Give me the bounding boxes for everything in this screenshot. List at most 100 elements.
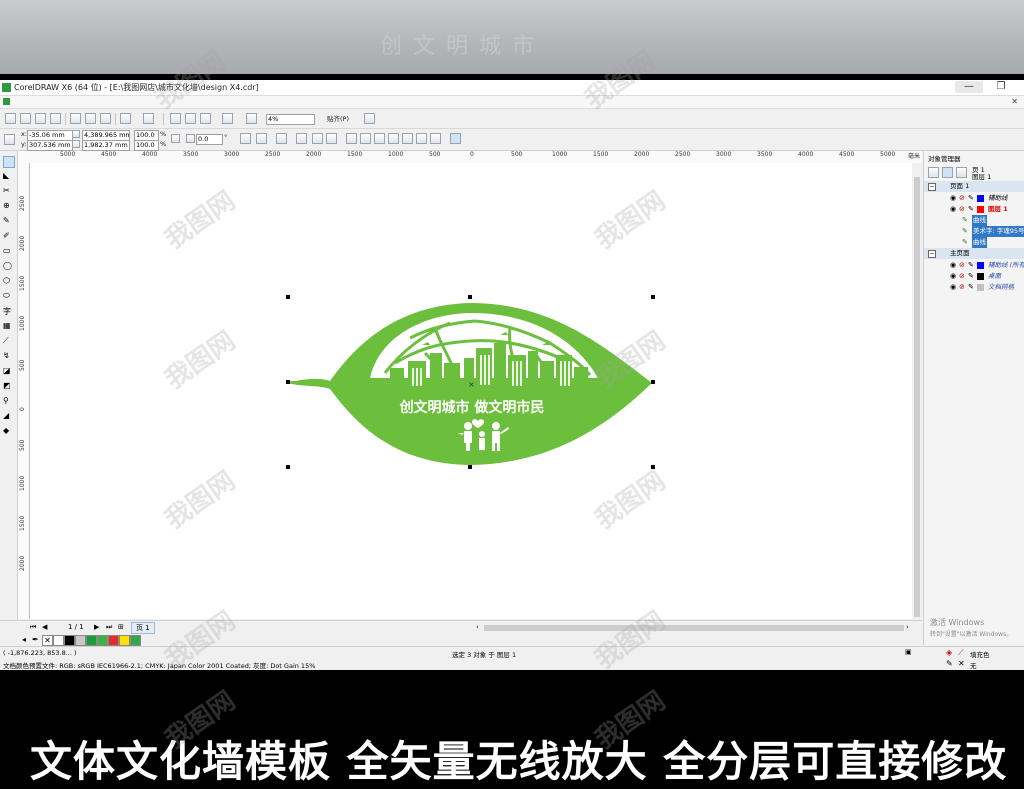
zoom-tool-icon[interactable]: ⊕ bbox=[3, 201, 13, 211]
pick-tool-icon[interactable] bbox=[3, 156, 15, 168]
print-icon[interactable]: ⊘ bbox=[959, 271, 965, 282]
vertical-ruler[interactable]: 2500 2000 1500 1000 500 0 500 1000 1500 2000 bbox=[18, 163, 30, 619]
crop-tool-icon[interactable]: ✂ bbox=[3, 186, 13, 196]
edit-across-layers-icon[interactable] bbox=[942, 167, 953, 178]
welcome-screen-icon[interactable] bbox=[246, 113, 257, 124]
selection-handle[interactable] bbox=[468, 465, 472, 469]
scroll-right-icon[interactable]: › bbox=[906, 623, 909, 631]
show-properties-icon[interactable] bbox=[928, 167, 939, 178]
drawing-canvas[interactable]: × 创文明城市 做文明市民 bbox=[30, 163, 912, 619]
object-tree-item[interactable]: − 页面 1 bbox=[924, 181, 1024, 192]
eyedropper-icon[interactable]: ✒ bbox=[32, 635, 39, 644]
print-icon[interactable]: ⊘ bbox=[959, 282, 965, 293]
weld-icon[interactable] bbox=[346, 133, 357, 144]
leaf-artwork[interactable]: × 创文明城市 做文明市民 bbox=[30, 163, 912, 619]
prev-page-icon[interactable]: ◀ bbox=[42, 623, 47, 631]
application-launcher-icon[interactable] bbox=[222, 113, 233, 124]
import-icon[interactable] bbox=[185, 113, 196, 124]
object-origin-icon[interactable] bbox=[4, 134, 15, 145]
vertical-scroll-thumb[interactable] bbox=[914, 177, 920, 617]
scroll-left-icon[interactable]: ‹ bbox=[476, 623, 479, 631]
visibility-icon[interactable]: ◉ bbox=[950, 204, 956, 215]
polygon-tool-icon[interactable]: ⬡ bbox=[3, 276, 13, 286]
palette-menu-icon[interactable]: ◂ bbox=[22, 635, 26, 644]
scale-y-field[interactable]: 100.0 bbox=[134, 140, 159, 151]
object-tree-item[interactable]: ◉ ⊘ ✎ 文档网格 bbox=[924, 282, 1024, 293]
color-swatch[interactable] bbox=[108, 635, 119, 646]
freehand-tool-icon[interactable]: ✎ bbox=[3, 216, 13, 226]
restore-button[interactable]: ❐ bbox=[987, 81, 1015, 93]
dimension-tool-icon[interactable]: ⟋ bbox=[3, 336, 13, 346]
mirror-vertical-icon[interactable] bbox=[256, 133, 267, 144]
print-icon[interactable]: ⊘ bbox=[959, 193, 965, 204]
paste-icon[interactable] bbox=[100, 113, 111, 124]
object-tree-item[interactable]: ◉ ⊘ ✎ 辅助线 (所有 bbox=[924, 260, 1024, 271]
add-page-icon[interactable]: ⊞ bbox=[118, 623, 124, 631]
combine-icon[interactable] bbox=[326, 133, 337, 144]
create-boundary-icon[interactable] bbox=[430, 133, 441, 144]
print-icon[interactable]: ⊘ bbox=[959, 204, 965, 215]
copy-icon[interactable] bbox=[85, 113, 96, 124]
snap-to-dropdown[interactable]: 贴齐(P) bbox=[327, 115, 349, 124]
export-icon[interactable] bbox=[200, 113, 211, 124]
print-icon[interactable]: ⊘ bbox=[959, 260, 965, 271]
selection-handle[interactable] bbox=[651, 295, 655, 299]
print-icon[interactable] bbox=[50, 113, 61, 124]
blend-tool-icon[interactable]: ◪ bbox=[3, 366, 13, 376]
object-tree-item[interactable]: ◉ ⊘ ✎ 桌面 bbox=[924, 271, 1024, 282]
rotation-field[interactable]: 0.0 bbox=[196, 134, 223, 145]
shape-tool-icon[interactable]: ◣ bbox=[3, 171, 13, 181]
artistic-media-icon[interactable]: ✐ bbox=[3, 231, 13, 241]
align-distribute-icon[interactable] bbox=[450, 133, 461, 144]
color-swatch[interactable] bbox=[86, 635, 97, 646]
fill-color-icon[interactable]: ◈ bbox=[946, 648, 952, 657]
height-field[interactable]: 1,982.37 mm bbox=[82, 140, 130, 151]
object-tree-item[interactable]: − 主页面 bbox=[924, 248, 1024, 259]
lock-edit-icon[interactable]: ✎ bbox=[968, 271, 974, 282]
lock-edit-icon[interactable]: ✎ bbox=[968, 260, 974, 271]
search-content-icon[interactable] bbox=[170, 113, 181, 124]
color-swatch[interactable] bbox=[75, 635, 86, 646]
color-swatch[interactable] bbox=[130, 635, 141, 646]
selection-handle[interactable] bbox=[468, 295, 472, 299]
no-color-swatch[interactable]: ✕ bbox=[42, 635, 53, 646]
cut-icon[interactable] bbox=[70, 113, 81, 124]
undo-icon[interactable] bbox=[120, 113, 131, 124]
visibility-icon[interactable]: ◉ bbox=[950, 260, 956, 271]
layer-manager-view-icon[interactable] bbox=[956, 167, 967, 178]
options-icon[interactable] bbox=[364, 113, 375, 124]
y-position-field[interactable]: 307.536 mm bbox=[27, 140, 73, 151]
group-icon[interactable] bbox=[276, 133, 287, 144]
lock-edit-icon[interactable]: ✎ bbox=[968, 204, 974, 215]
fill-tool-icon[interactable]: ◆ bbox=[3, 426, 13, 436]
color-swatch[interactable] bbox=[97, 635, 108, 646]
lock-ratio-icon[interactable] bbox=[171, 134, 180, 143]
outline-pen-status-icon[interactable]: ✎ bbox=[946, 659, 953, 668]
table-tool-icon[interactable]: ▦ bbox=[3, 321, 13, 331]
trim-icon[interactable] bbox=[360, 133, 371, 144]
selection-handle[interactable] bbox=[651, 465, 655, 469]
color-swatch[interactable] bbox=[53, 635, 64, 646]
lock-edit-icon[interactable]: ✎ bbox=[968, 193, 974, 204]
color-swatch[interactable] bbox=[64, 635, 75, 646]
minimize-button[interactable]: — bbox=[955, 81, 983, 93]
object-tree-item[interactable]: ✎ 曲线 bbox=[924, 237, 1024, 248]
first-page-icon[interactable]: ⏮ bbox=[30, 623, 36, 632]
open-icon[interactable] bbox=[20, 113, 31, 124]
object-tree-item[interactable]: ✎ 美术字: 字魂95号 bbox=[924, 226, 1024, 237]
vertical-scrollbar[interactable] bbox=[912, 163, 922, 619]
collapse-icon[interactable]: − bbox=[928, 250, 936, 258]
outline-pen-icon[interactable]: ◢ bbox=[3, 411, 13, 421]
transparency-tool-icon[interactable]: ◩ bbox=[3, 381, 13, 391]
visibility-icon[interactable]: ◉ bbox=[950, 282, 956, 293]
redo-icon[interactable] bbox=[143, 113, 154, 124]
object-tree-item[interactable]: ◉ ⊘ ✎ 辅助线 bbox=[924, 193, 1024, 204]
selection-handle[interactable] bbox=[286, 465, 290, 469]
save-icon[interactable] bbox=[35, 113, 46, 124]
text-tool-icon[interactable]: 字 bbox=[3, 306, 13, 316]
object-tree-item[interactable]: ◉ ⊘ ✎ 图层 1 bbox=[924, 204, 1024, 215]
visibility-icon[interactable]: ◉ bbox=[950, 193, 956, 204]
color-swatch[interactable] bbox=[119, 635, 130, 646]
menu-close-icon[interactable]: ✕ bbox=[1011, 97, 1018, 106]
ungroup-icon[interactable] bbox=[296, 133, 307, 144]
